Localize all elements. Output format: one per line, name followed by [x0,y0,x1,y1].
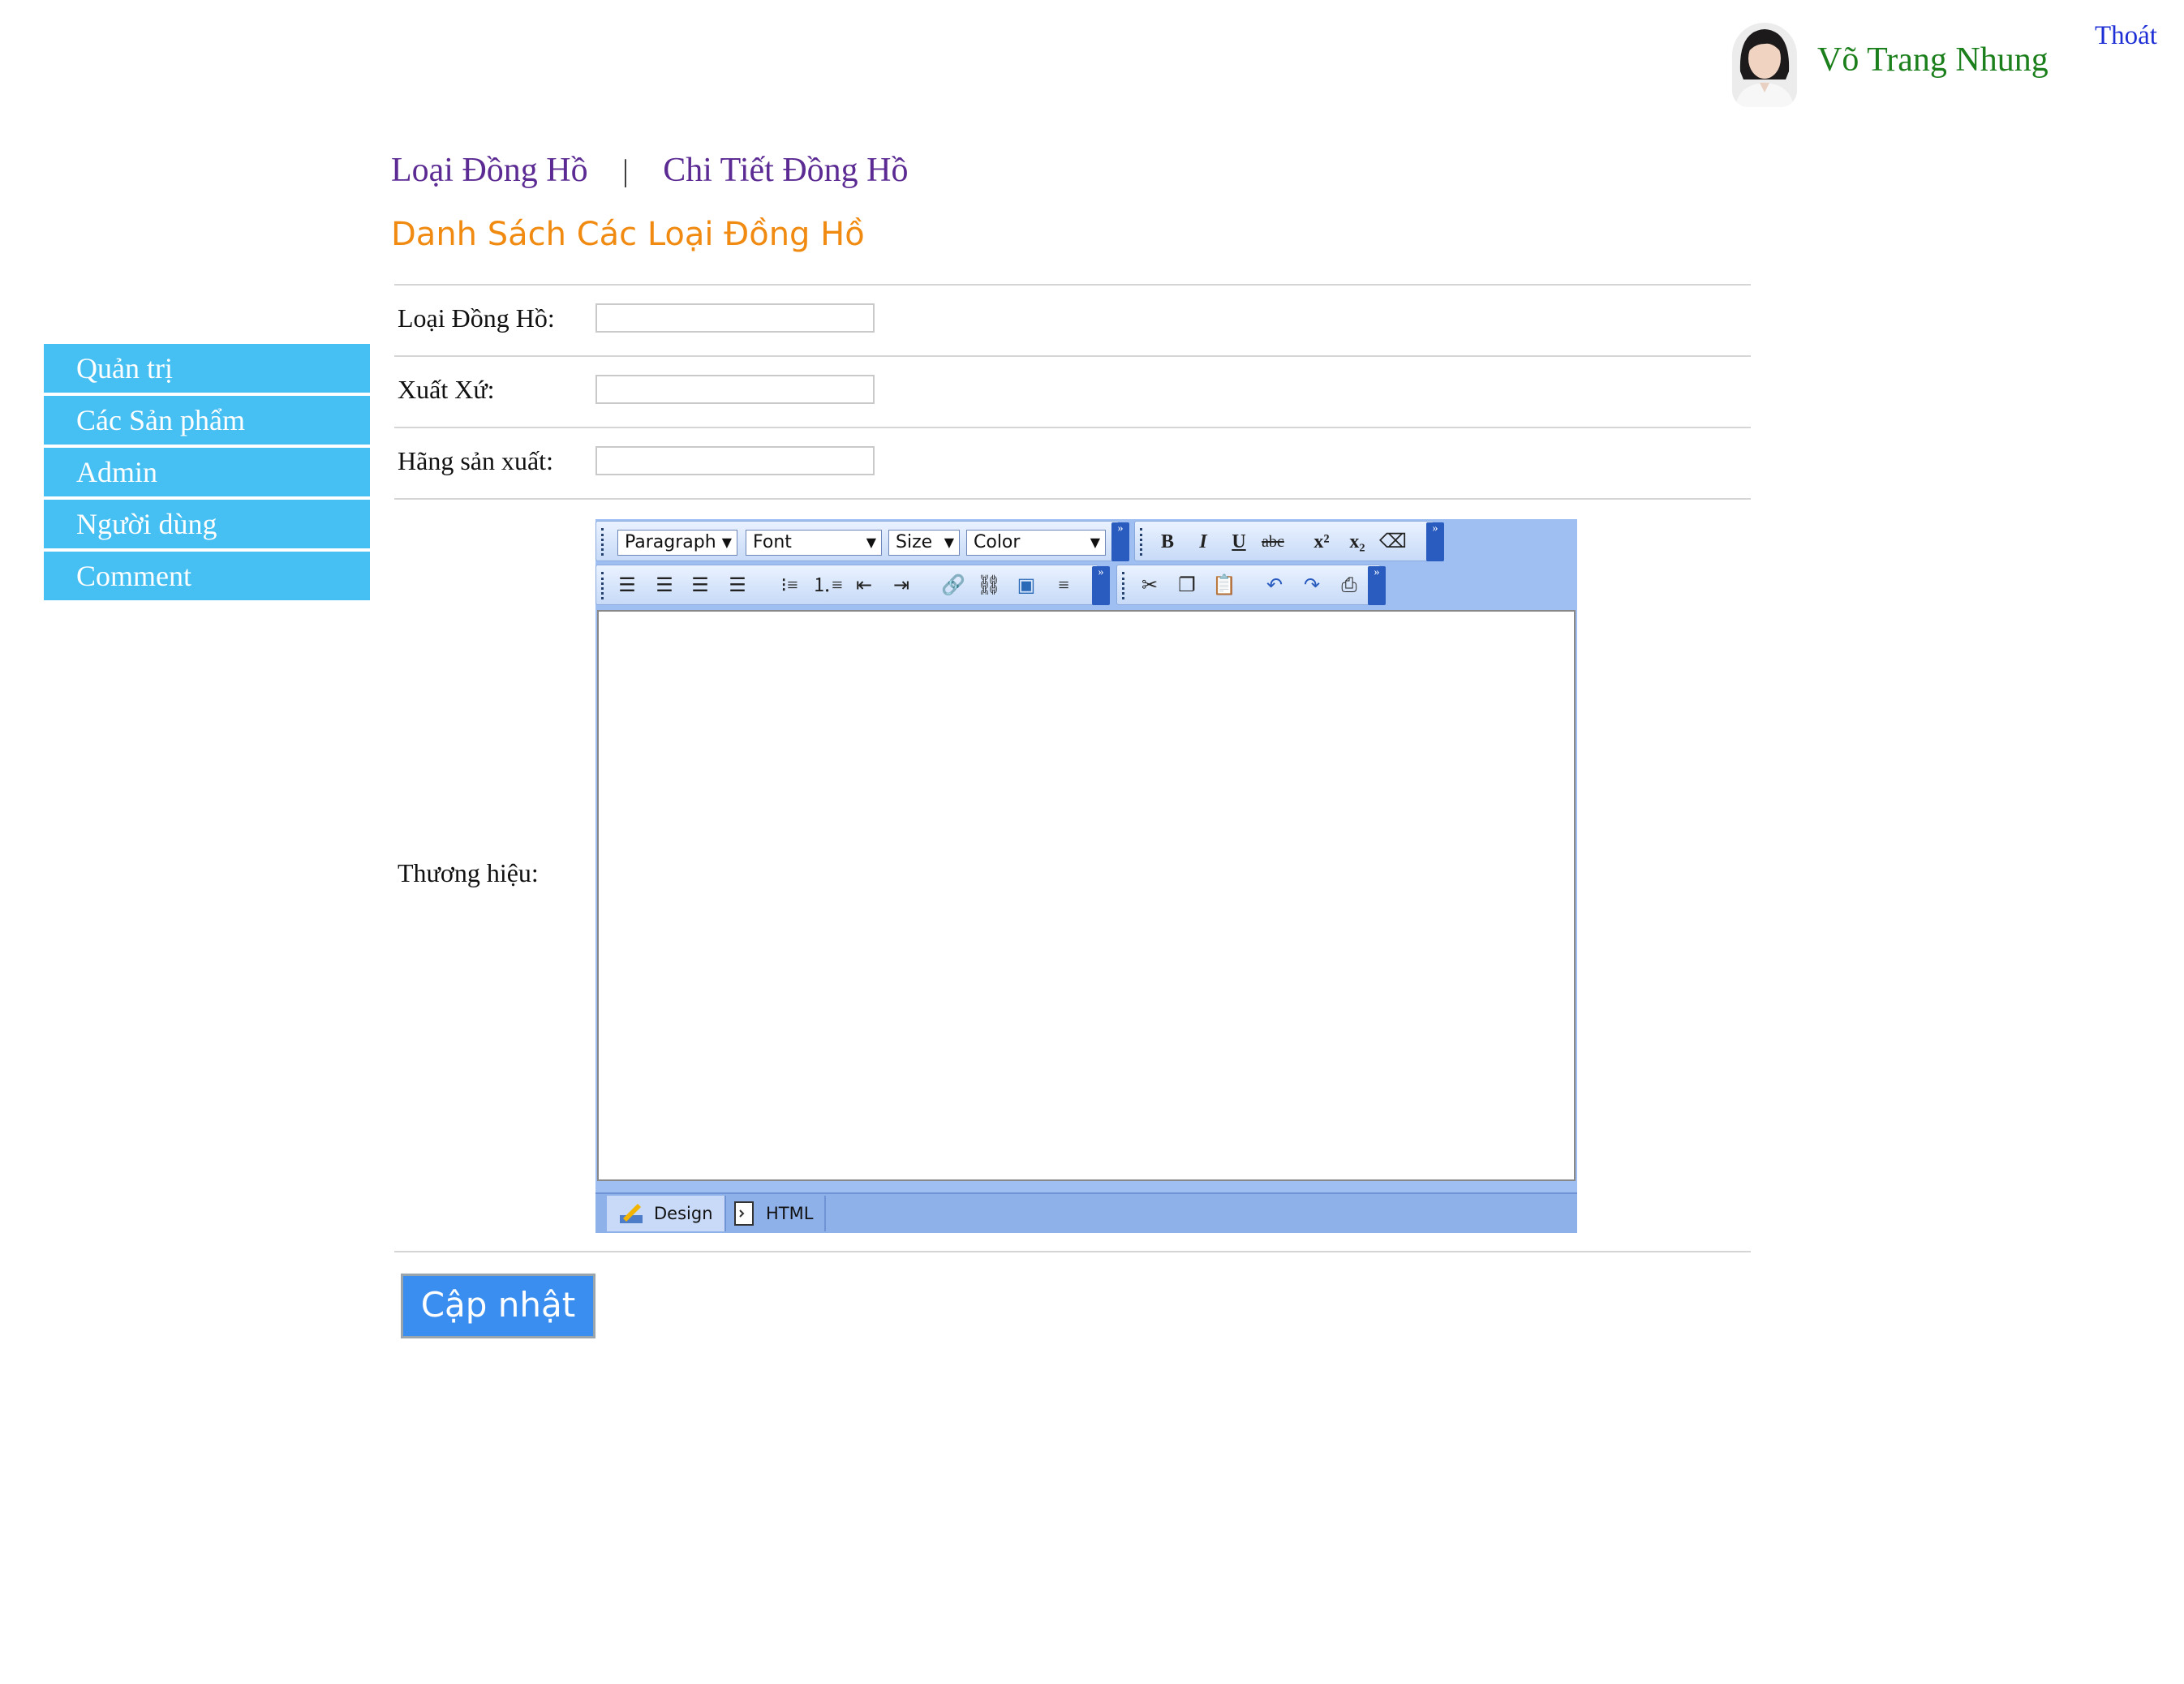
nav-link-watch-details[interactable]: Chi Tiết Đồng Hồ [663,152,908,189]
undo-icon[interactable]: ↶ [1260,572,1289,599]
dropdown-arrow-icon: ▼ [944,535,954,550]
row-divider [394,498,1751,500]
editor-mode-bar: Design HTML [595,1192,1577,1233]
dropdown-arrow-icon: ▼ [1090,535,1100,550]
sidebar-item-admin[interactable]: Admin [44,448,370,496]
align-right-icon[interactable]: ☰ [650,572,679,599]
cut-icon[interactable]: ✂ [1135,572,1164,599]
bullet-list-icon[interactable]: ⁝≡ [775,572,804,599]
nav-link-watch-types[interactable]: Loại Đồng Hồ [391,152,588,189]
justify-icon[interactable]: ☰ [723,572,752,599]
logout-link[interactable]: Thoát [2095,21,2157,51]
print-icon[interactable]: ⎙ [1335,572,1364,599]
sidebar-item-users[interactable]: Người dùng [44,500,370,548]
toolbar-overflow-icon[interactable]: » [1111,522,1129,561]
sidebar-item-admin-panel[interactable]: Quản trị [44,344,370,393]
align-left-icon[interactable]: ☰ [613,572,642,599]
insert-image-icon[interactable]: ▣ [1012,572,1041,599]
design-icon [620,1204,643,1223]
row-divider [394,427,1751,428]
html-tab[interactable]: HTML [719,1196,827,1231]
paragraph-toolbar: ☰ ☰ ☰ ☰ ⁝≡ ⒈≡ ⇤ ⇥ 🔗 ⛓ ▣ ≡ [595,565,1098,605]
toolbar-grip[interactable] [601,572,608,599]
row-divider [394,355,1751,357]
superscript-icon[interactable]: x² [1307,528,1336,556]
eraser-icon[interactable]: ⌫ [1378,528,1408,556]
color-dropdown[interactable]: Color ▼ [966,530,1106,556]
sidebar-item-products[interactable]: Các Sản phẩm [44,396,370,445]
user-avatar [1732,23,1797,107]
paste-icon[interactable]: 📋 [1210,572,1239,599]
toolbar-overflow-icon[interactable]: » [1368,566,1386,605]
underline-icon[interactable]: U [1224,528,1253,556]
sidebar-item-comment[interactable]: Comment [44,552,370,600]
indent-icon[interactable]: ⇥ [887,572,916,599]
editor-content-area[interactable] [597,610,1576,1181]
manufacturer-label: Hãng sản xuất: [398,446,553,475]
watch-type-label: Loại Đồng Hồ: [398,303,555,333]
outdent-icon[interactable]: ⇤ [849,572,879,599]
edit-toolbar: ✂ ❐ 📋 ↶ ↷ ⎙ [1116,565,1381,605]
copy-icon[interactable]: ❐ [1172,572,1202,599]
subscript-icon[interactable]: x₂ [1343,528,1372,556]
row-divider [394,1251,1751,1252]
origin-label: Xuất Xứ: [398,375,495,404]
numbered-list-icon[interactable]: ⒈≡ [812,572,843,599]
top-nav: Loại Đồng Hồ | Chi Tiết Đồng Hồ [391,151,909,190]
user-name: Võ Trang Nhung [1817,41,2049,79]
nav-separator: | [622,154,629,188]
toolbar-overflow-icon[interactable]: » [1426,522,1444,561]
toolbar-grip[interactable] [1122,572,1129,599]
dropdown-arrow-icon: ▼ [866,535,876,550]
format-toolbar: Paragraph ▼ Font ▼ Size ▼ Color ▼ [595,521,1120,561]
rich-text-editor: Paragraph ▼ Font ▼ Size ▼ Color ▼ » B I U ab… [595,519,1577,1233]
sidebar-menu: Quản trị Các Sản phẩm Admin Người dùng C… [44,344,370,604]
toolbar-overflow-icon[interactable]: » [1092,566,1110,605]
watch-type-input[interactable] [595,303,875,333]
dropdown-arrow-icon: ▼ [721,535,732,550]
row-divider [394,284,1751,286]
insert-link-icon[interactable]: 🔗 [939,572,968,599]
size-dropdown[interactable]: Size ▼ [888,530,960,556]
redo-icon[interactable]: ↷ [1297,572,1326,599]
page-title: Danh Sách Các Loại Đồng Hồ [391,216,865,253]
style-toolbar: B I U abc x² x₂ ⌫ [1134,521,1434,561]
paragraph-dropdown[interactable]: Paragraph ▼ [617,530,737,556]
brand-label: Thương hiệu: [398,858,539,887]
align-center-icon[interactable]: ☰ [686,572,715,599]
manufacturer-input[interactable] [595,446,875,475]
update-button[interactable]: Cập nhật [401,1274,595,1338]
font-dropdown[interactable]: Font ▼ [746,530,882,556]
design-tab[interactable]: Design [607,1196,726,1231]
strikethrough-icon[interactable]: abc [1258,528,1288,556]
unlink-icon[interactable]: ⛓ [974,572,1004,599]
toolbar-grip[interactable] [1140,528,1147,556]
toolbar-grip[interactable] [601,528,608,556]
bold-icon[interactable]: B [1153,528,1182,556]
origin-input[interactable] [595,375,875,404]
italic-icon[interactable]: I [1189,528,1218,556]
html-icon [734,1201,754,1226]
horizontal-rule-icon[interactable]: ≡ [1049,572,1078,599]
